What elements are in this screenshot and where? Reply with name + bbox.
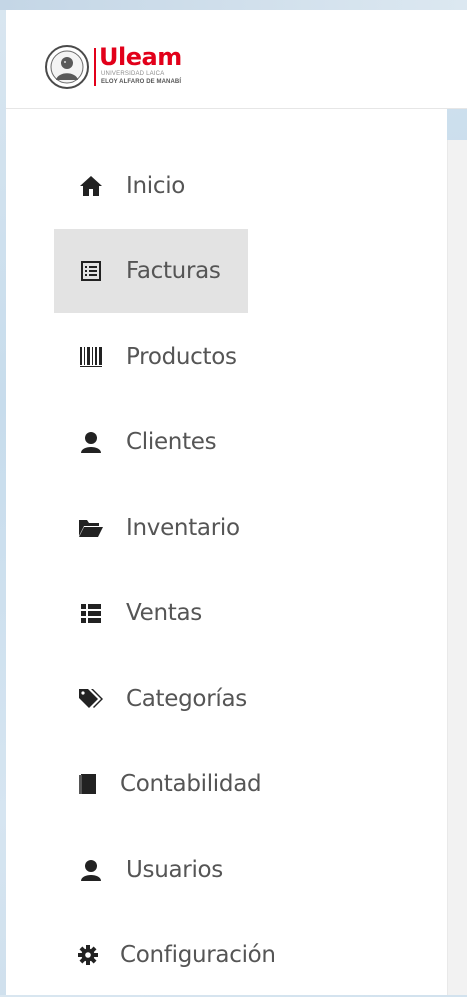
sidebar-item-label: Contabilidad xyxy=(120,771,262,797)
sidebar-item-label: Inicio xyxy=(126,173,186,199)
home-icon xyxy=(78,173,104,199)
user-icon xyxy=(78,429,104,455)
barcode-icon xyxy=(78,344,104,370)
user-icon xyxy=(78,857,104,883)
uleam-logo[interactable]: Uleam UNIVERSIDAD LAICA ELOY ALFARO DE M… xyxy=(44,43,214,94)
sidebar-item-usuarios[interactable]: Usuarios xyxy=(54,828,248,912)
sidebar-item-label: Inventario xyxy=(126,515,240,541)
tags-icon xyxy=(78,686,104,712)
sidebar-item-inventario[interactable]: Inventario xyxy=(54,486,248,570)
sidebar-item-label: Productos xyxy=(126,344,237,370)
sidebar-item-label: Clientes xyxy=(126,429,217,455)
cog-icon xyxy=(78,942,98,968)
sidebar-item-contabilidad[interactable]: Contabilidad xyxy=(54,742,262,826)
sidebar-item-categorias[interactable]: Categorías xyxy=(54,657,248,741)
sidebar-item-clientes[interactable]: Clientes xyxy=(54,400,248,484)
list-alt-icon xyxy=(78,258,104,284)
sidebar-item-configuracion[interactable]: Configuración xyxy=(54,913,276,997)
top-strip xyxy=(0,0,467,10)
sidebar-item-label: Facturas xyxy=(126,258,221,284)
university-seal-icon xyxy=(45,45,89,89)
sidebar: Inicio Facturas Productos Clientes Inven… xyxy=(6,109,447,995)
sidebar-item-facturas[interactable]: Facturas xyxy=(54,229,248,313)
brand-subtitle-2: ELOY ALFARO DE MANABÍ xyxy=(101,79,182,85)
folder-open-icon xyxy=(78,515,104,541)
book-icon xyxy=(78,771,98,797)
sidebar-item-label: Configuración xyxy=(120,942,276,968)
sidebar-item-inicio[interactable]: Inicio xyxy=(54,144,248,228)
header: Uleam UNIVERSIDAD LAICA ELOY ALFARO DE M… xyxy=(6,10,467,109)
sidebar-item-productos[interactable]: Productos xyxy=(54,315,248,399)
sidebar-item-ventas[interactable]: Ventas xyxy=(54,571,248,655)
brand-subtitle-1: UNIVERSIDAD LAICA xyxy=(101,71,165,77)
sidebar-item-label: Categorías xyxy=(126,686,247,712)
sidebar-item-label: Usuarios xyxy=(126,857,223,883)
brand-name: Uleam xyxy=(99,43,182,71)
th-list-icon xyxy=(78,600,104,626)
main-content xyxy=(447,140,467,995)
logo-divider xyxy=(94,48,96,86)
sidebar-item-label: Ventas xyxy=(126,600,202,626)
